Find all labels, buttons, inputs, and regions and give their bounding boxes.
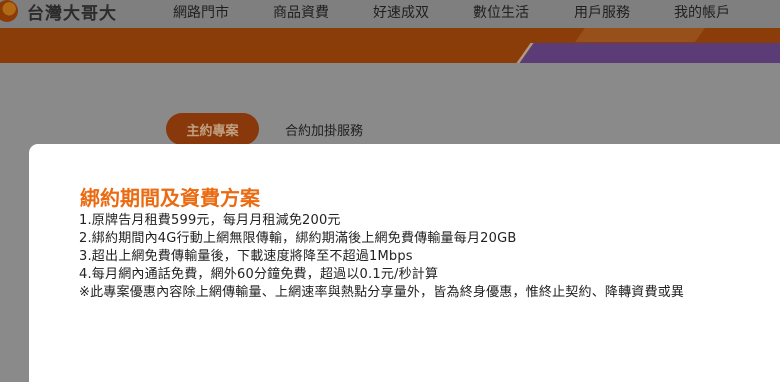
tab-main-contract[interactable]: 主約專案 (166, 113, 259, 145)
plan-term-item: 4.每月網內通話免費，網外60分鐘免費，超過以0.1元/秒計算 (79, 267, 439, 282)
plan-details-modal: 綁約期間及資費方案 1.原牌告月租費599元，每月月租減免200元 2.綁約期間… (29, 144, 780, 382)
nav-item-online-store[interactable]: 網路門市 (173, 2, 229, 22)
nav-item-products-plans[interactable]: 商品資費 (273, 2, 329, 22)
plan-term-item: 3.超出上網免費傳輸量後，下載速度將降至不超過1Mbps (79, 249, 413, 264)
plan-terms-list: 1.原牌告月租費599元，每月月租減免200元 2.綁約期間內4G行動上網無限傳… (79, 212, 780, 302)
nav-item-my-account[interactable]: 我的帳戶 (674, 2, 730, 22)
tab-addon-services[interactable]: 合約加掛服務 (285, 120, 363, 139)
modal-title: 綁約期間及資費方案 (80, 186, 260, 210)
nav-item-digital-life[interactable]: 數位生活 (473, 2, 529, 22)
main-nav: 網路門市 商品資費 好速成双 數位生活 用戶服務 我的帳戶 (0, 0, 780, 22)
promo-banner (0, 28, 780, 63)
nav-item-customer-service[interactable]: 用戶服務 (574, 2, 630, 22)
nav-item-speed-deal[interactable]: 好速成双 (373, 2, 429, 22)
plan-term-note: ※此專案優惠內容除上網傳輸量、上網速率與熱點分享量外，皆為終身優惠，惟終止契約、… (79, 285, 685, 300)
plan-term-item: 1.原牌告月租費599元，每月月租減免200元 (79, 213, 341, 228)
site-header: 台灣大哥大 網路門市 商品資費 好速成双 數位生活 用戶服務 我的帳戶 (0, 0, 780, 28)
plan-term-item: 2.綁約期間內4G行動上網無限傳輸，綁約期滿後上網免費傳輸量每月20GB (79, 231, 517, 246)
banner-decoration (575, 28, 705, 42)
banner-decoration-stripe (509, 43, 780, 63)
